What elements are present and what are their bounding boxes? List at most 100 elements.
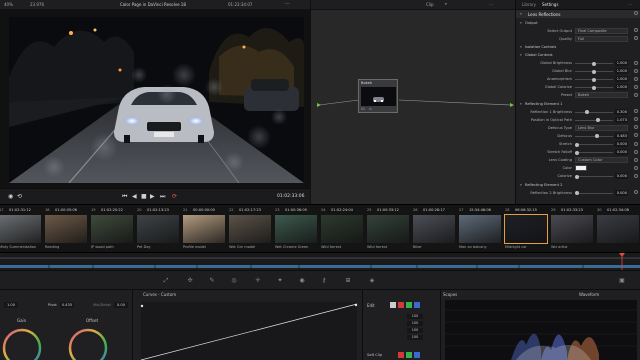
warper-icon[interactable]: ✣ [186, 277, 194, 285]
param-slider[interactable] [575, 150, 613, 155]
softclip-b[interactable] [414, 352, 420, 358]
param-slider[interactable] [575, 110, 613, 115]
node-bokeh[interactable]: Bokeh 01 ⊙ [358, 79, 398, 113]
node-options-icon[interactable]: ⋯ [489, 2, 493, 7]
param-dropdown[interactable]: Full [575, 35, 628, 42]
reset-icon[interactable] [634, 28, 638, 33]
slider-handle[interactable] [585, 110, 590, 115]
slider-handle[interactable] [575, 174, 579, 179]
reset-icon[interactable] [634, 36, 638, 41]
reset-icon[interactable] [634, 84, 638, 89]
clip-thumbnail[interactable]: 30 01:02:34:08 [596, 207, 640, 251]
channel-g-toggle[interactable] [406, 302, 412, 308]
panel-options-icon[interactable]: ⋯ [628, 2, 632, 7]
tracker-icon[interactable]: ✛ [254, 277, 262, 285]
clip-thumbnail[interactable]: 22 01:02:17:23 Wet Grn model [228, 207, 272, 251]
3d-icon[interactable]: ◈ [368, 277, 376, 285]
slider-handle[interactable] [595, 134, 600, 139]
param-value[interactable]: 1.000 [615, 60, 628, 66]
reset-icon[interactable] [634, 190, 638, 195]
reset-icon[interactable] [634, 11, 638, 15]
node-editor[interactable]: Bokeh 01 ⊙ [310, 10, 515, 204]
param-slider[interactable] [575, 134, 613, 139]
reset-icon[interactable] [634, 109, 638, 114]
param-dropdown[interactable]: Bokeh [575, 92, 628, 99]
reset-icon[interactable] [634, 141, 638, 146]
stop-button[interactable]: ■ [141, 193, 147, 200]
reset-icon[interactable] [634, 157, 638, 162]
param-slider[interactable] [575, 142, 613, 147]
param-value[interactable]: 1.000 [615, 76, 628, 83]
reset-icon[interactable] [634, 173, 638, 178]
clip-thumbnail[interactable]: 19 01:02:20:22 JP wood path [90, 207, 134, 251]
clip-thumbnail[interactable]: 29 01:02:33:23 Wiz artist [550, 207, 594, 251]
curves-tool-icon[interactable]: ⤢ [162, 277, 170, 285]
channel-y-toggle[interactable] [390, 302, 396, 308]
tab-settings[interactable]: Settings [542, 2, 558, 7]
param-value[interactable]: 1.000 [615, 84, 628, 91]
param-slider[interactable] [575, 85, 613, 90]
param-value[interactable]: 0.000 [615, 141, 628, 147]
mini-timeline[interactable] [0, 252, 640, 271]
param-value[interactable]: 0.000 [615, 173, 628, 180]
param-dropdown[interactable]: Lens Blur [575, 124, 628, 131]
tab-library[interactable]: Library [522, 2, 536, 7]
section-caret-icon[interactable]: ▾ [520, 183, 522, 187]
qualifier-eyedropper-icon[interactable]: ✎ [208, 277, 216, 285]
sizing-icon[interactable]: ⊞ [344, 277, 352, 285]
slider-handle[interactable] [575, 142, 579, 147]
stills-icon[interactable]: ▣ [618, 277, 626, 285]
reset-icon[interactable] [634, 117, 638, 122]
play-button[interactable]: ▶ [150, 193, 155, 200]
curve-intensity-g[interactable]: 100 [407, 328, 423, 333]
param-value[interactable]: 0.000 [615, 189, 628, 196]
slider-handle[interactable] [575, 191, 579, 196]
window-icon[interactable]: ◎ [230, 277, 238, 285]
collapse-icon[interactable]: ▾ [520, 12, 522, 16]
param-slider[interactable] [575, 191, 613, 196]
viewer-options-icon[interactable]: ⋯ [285, 1, 290, 7]
audio-icon[interactable]: ◉ [8, 193, 13, 200]
param-value[interactable]: 0.300 [615, 108, 628, 115]
reset-icon[interactable] [634, 68, 638, 73]
param-slider[interactable] [575, 61, 613, 66]
slider-handle[interactable] [592, 85, 596, 90]
reset-icon[interactable] [634, 125, 638, 130]
param-value[interactable]: 0.483 [615, 132, 628, 139]
slider-handle[interactable] [575, 150, 579, 155]
reset-icon[interactable] [634, 165, 638, 170]
reset-icon[interactable] [634, 92, 638, 97]
key-icon[interactable]: ⚷ [320, 277, 328, 285]
section-caret-icon[interactable]: ▾ [520, 45, 522, 49]
clip-thumbnail[interactable]: 18 01:00:05:06 Reading [44, 207, 88, 251]
curves-panel[interactable]: Curves - Custom [132, 290, 362, 360]
param-dropdown[interactable]: Final Composite [575, 27, 628, 34]
param-value[interactable]: 0.000 [615, 149, 628, 156]
blur-icon[interactable]: ◉ [298, 277, 306, 285]
curve-intensity-y[interactable]: 100 [407, 314, 423, 319]
clip-thumbnail[interactable]: 21 00:00:00:00 Profile model [182, 207, 226, 251]
clip-thumbnail[interactable]: 17 01:02:31:12 Misty Summerstation [0, 207, 42, 251]
softclip-r[interactable] [398, 352, 404, 358]
clip-thumbnail[interactable]: 23 01:00:36:09 Wet Chrome Green [274, 207, 318, 251]
first-frame-button[interactable]: ⏮ [122, 193, 127, 201]
zoom-level[interactable]: 40% [4, 2, 13, 7]
reset-icon[interactable] [634, 133, 638, 138]
effect-header[interactable]: ▾ Lens Reflections [516, 10, 640, 18]
reset-icon[interactable] [634, 76, 638, 81]
curve-intensity-r[interactable]: 100 [407, 321, 423, 326]
reset-icon[interactable] [634, 149, 638, 154]
slider-handle[interactable] [596, 118, 601, 123]
clip-thumbnail[interactable]: 28 06:06:32:15 Midnight car [504, 207, 548, 251]
loop-button[interactable]: ⟳ [172, 193, 177, 200]
slider-handle[interactable] [592, 69, 596, 74]
slider-handle[interactable] [592, 77, 596, 82]
param-dropdown[interactable]: Custom Color [575, 157, 628, 164]
clip-thumbnail[interactable]: 27 15:34:46:06 Man on balcony [458, 207, 502, 251]
reset-icon[interactable] [634, 60, 638, 65]
clip-thumbnail[interactable]: 26 01:00:28:17 Biker [412, 207, 456, 251]
param-slider[interactable] [575, 69, 613, 74]
clip-thumbnail[interactable]: 25 01:00:33:12 Wild forrest [366, 207, 410, 251]
chevron-down-icon[interactable]: ▾ [445, 2, 447, 6]
section-caret-icon[interactable]: ▾ [520, 53, 522, 57]
